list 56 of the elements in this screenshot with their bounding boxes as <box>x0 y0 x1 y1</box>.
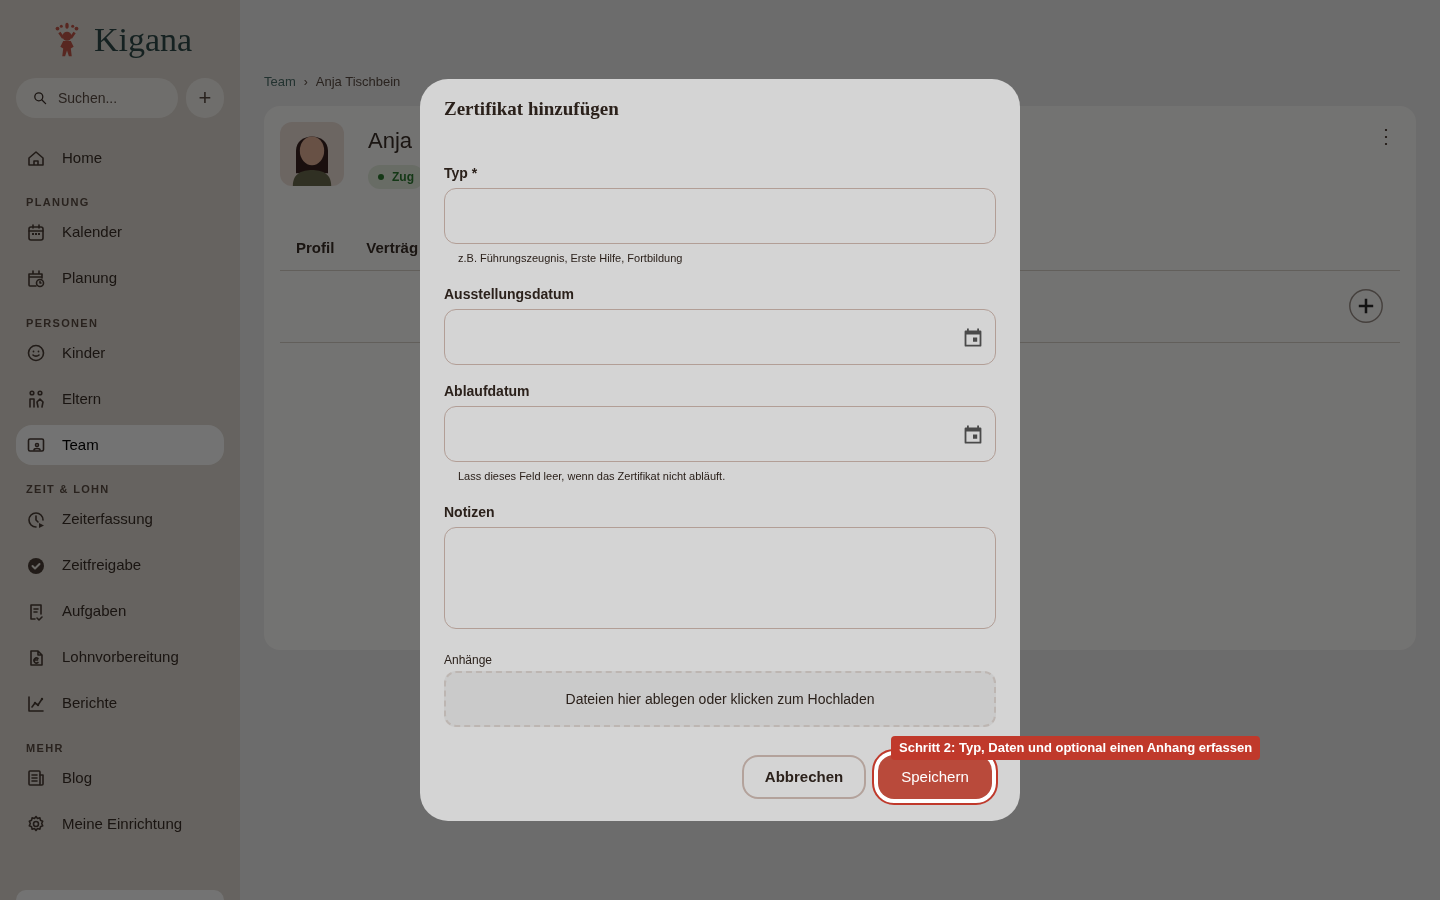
field-label: Notizen <box>444 503 496 520</box>
section-heading: PERSONEN <box>25 315 100 331</box>
nav-item[interactable]: Kalender <box>16 212 224 253</box>
search-icon <box>32 90 48 106</box>
add-button[interactable]: + <box>186 78 224 118</box>
nav-item[interactable]: Zeitfreigabe <box>16 545 224 586</box>
nav-item[interactable]: Berichte <box>16 683 224 724</box>
date-field[interactable] <box>444 406 996 462</box>
field-label: Ablaufdatum <box>444 382 531 399</box>
nav-item[interactable]: Kinder <box>16 333 224 373</box>
nav-item[interactable]: Home <box>16 138 224 178</box>
nav-item[interactable]: Aufgaben <box>16 591 224 632</box>
helper-text: Lass dieses Feld leer, wenn das Zertifikat nicht abläuft. <box>457 469 727 482</box>
breadcrumb-separator: › <box>303 73 308 91</box>
id-card-icon <box>26 435 46 455</box>
section-heading: PLANUNG <box>25 195 91 210</box>
breadcrumb-link[interactable]: Team <box>264 72 296 92</box>
nav-item[interactable]: Eltern <box>16 379 224 419</box>
field-label: Ausstellungsdatum <box>444 285 575 302</box>
logo-text: Kigana <box>93 23 193 57</box>
dialog-title: Zertifikat hinzufügen <box>444 97 620 117</box>
calendar-clock-icon <box>26 268 46 289</box>
newspaper-icon <box>26 768 46 788</box>
tab[interactable]: Verträg <box>366 226 419 271</box>
nav-item[interactable]: Zeiterfassung <box>16 499 224 540</box>
more-button[interactable]: ⋮ <box>1376 125 1396 146</box>
search-field[interactable]: Suchen... <box>16 78 178 118</box>
nav-item[interactable]: Lohnvorbereitung <box>16 637 224 678</box>
profile-name: Anja <box>368 126 414 155</box>
home-icon <box>26 148 46 168</box>
nav-item[interactable]: Meine Einrichtung <box>16 804 224 844</box>
tab[interactable]: Profil <box>296 226 335 271</box>
notes-field[interactable] <box>444 527 996 629</box>
date-field[interactable] <box>444 309 996 365</box>
helper-text: z.B. Führungszeugnis, Erste Hilfe, Fortbildung <box>457 251 684 264</box>
section-heading: ZEIT & LOHN <box>25 482 111 497</box>
breadcrumb-link[interactable]: Anja Tischbein <box>315 72 401 92</box>
tour-tooltip: Schritt 2: Typ, Daten und optional einen Anhang erfassen <box>891 736 1261 760</box>
check-circle-icon <box>26 555 46 576</box>
clock-icon <box>26 509 46 530</box>
nav-item[interactable]: Team <box>16 425 224 465</box>
add-icon <box>1348 288 1384 324</box>
nav-item[interactable]: Blog <box>16 758 224 798</box>
field-label: Typ * <box>444 164 479 181</box>
cancel-button[interactable]: Abbrechen <box>742 755 866 799</box>
input-field[interactable] <box>444 188 996 244</box>
avatar-icon <box>280 121 344 186</box>
nav-item[interactable]: Planung <box>16 258 224 299</box>
gear-icon <box>26 814 46 834</box>
people-icon <box>26 389 46 409</box>
chart-icon <box>26 693 46 714</box>
upload-dropzone[interactable]: Dateien hier ablegen oder klicken zum Hochladen <box>444 671 996 727</box>
calendar-icon <box>26 222 46 243</box>
smiley-icon <box>26 343 46 363</box>
field-label: Anhänge <box>444 652 494 667</box>
section-heading: MEHR <box>25 740 65 756</box>
